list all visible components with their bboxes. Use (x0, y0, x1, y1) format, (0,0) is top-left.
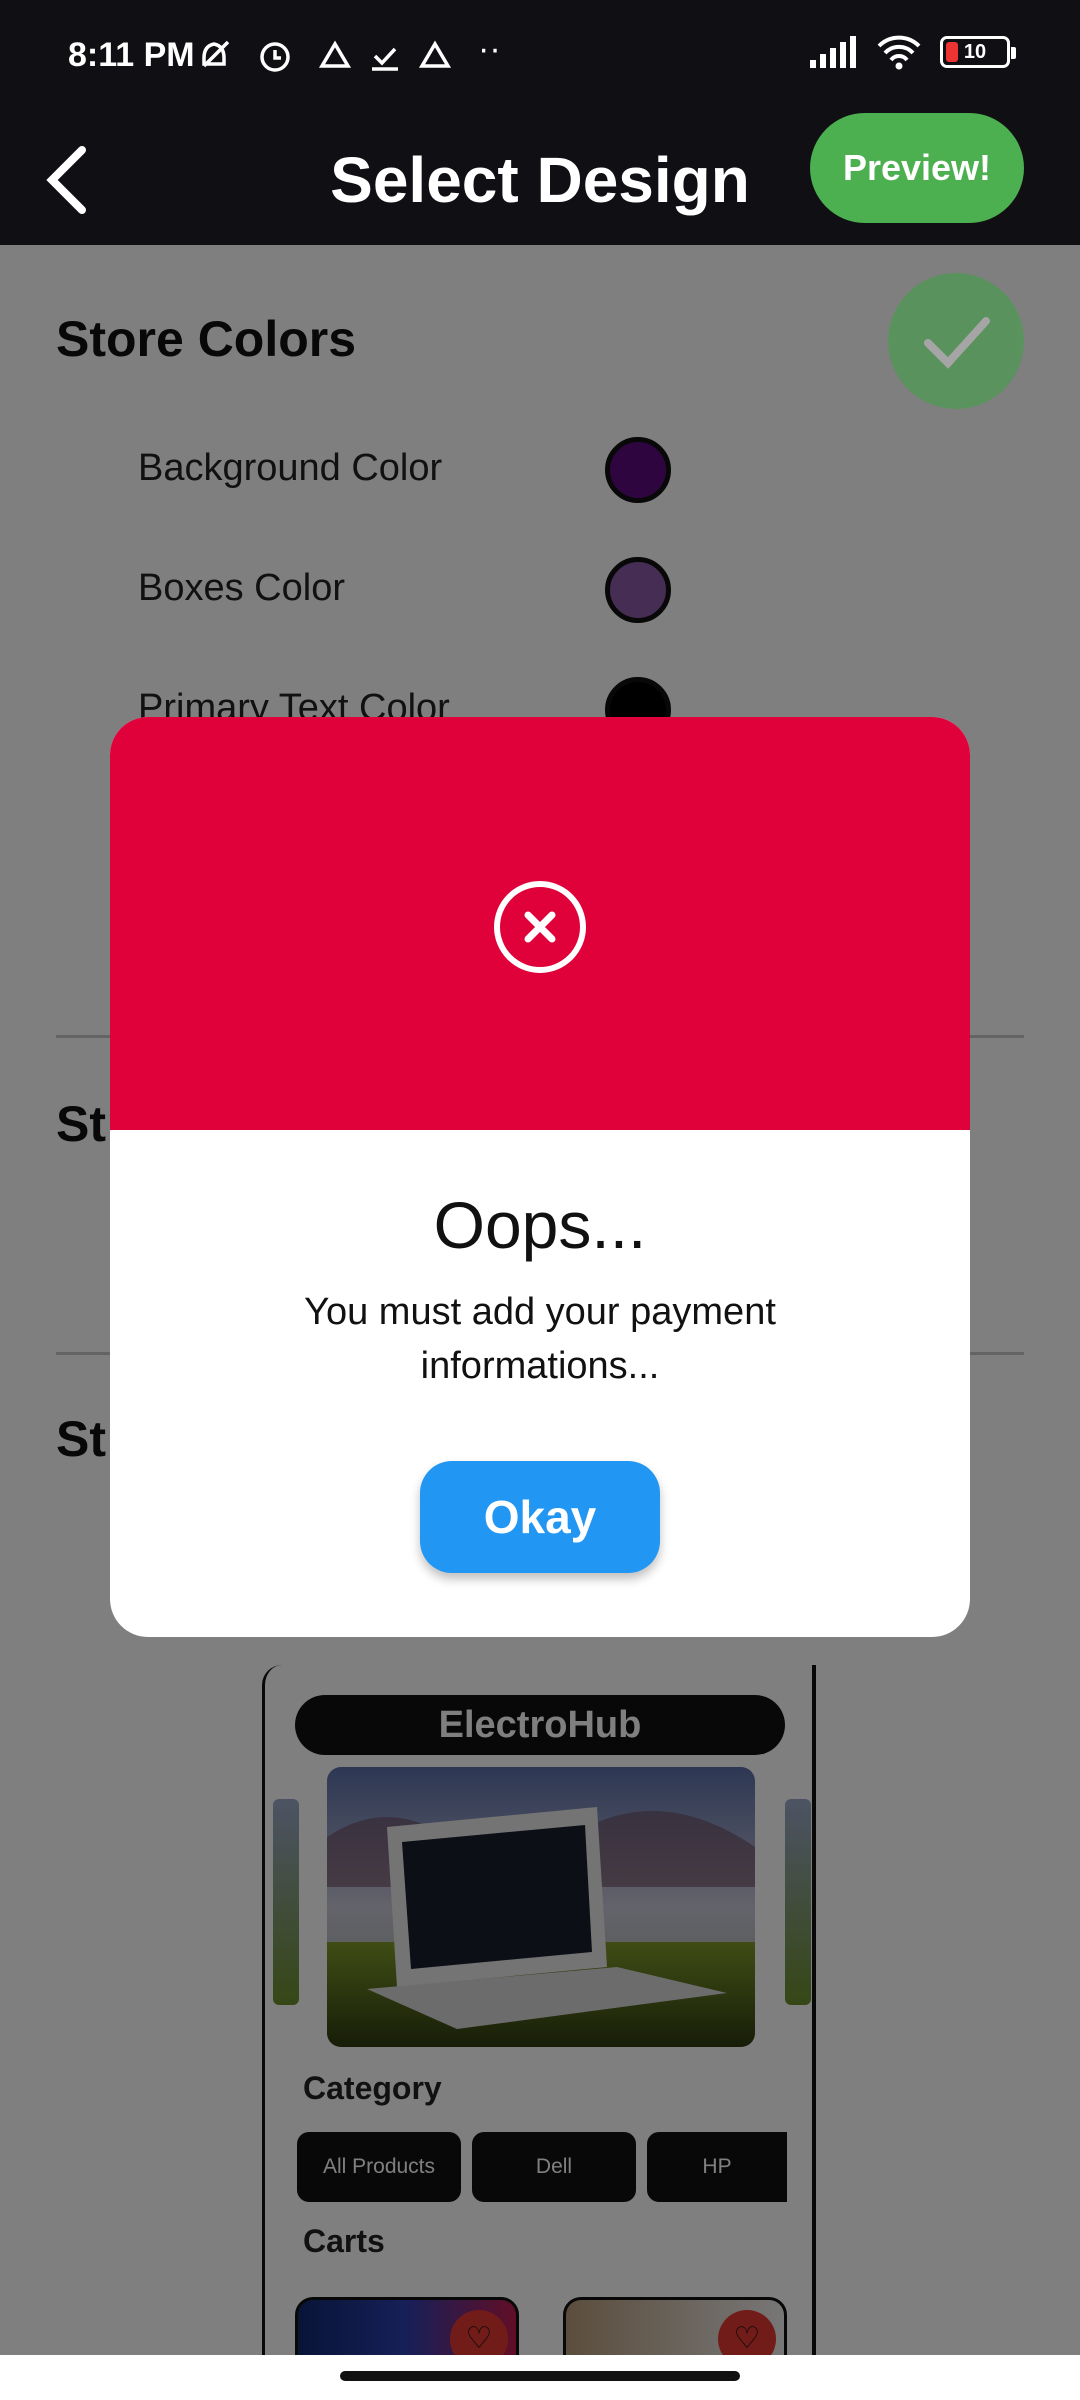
drive-icon (418, 40, 452, 68)
status-bar: 8:11 PM ·· 10 (0, 0, 1080, 120)
home-handle[interactable] (340, 2371, 740, 2381)
signal-icon (810, 36, 856, 68)
more-icon: ·· (478, 30, 501, 68)
error-dialog: Oops... You must add your payment inform… (110, 717, 970, 1637)
battery-icon: 10 (940, 36, 1016, 68)
okay-button[interactable]: Okay (420, 1461, 660, 1573)
error-x-icon (494, 881, 586, 973)
dialog-header (110, 717, 970, 1130)
drive-icon (318, 40, 352, 68)
confirm-check-button[interactable] (888, 273, 1024, 409)
check-icon (372, 47, 398, 71)
dialog-title: Oops... (433, 1188, 647, 1262)
preview-button[interactable]: Preview! (810, 113, 1024, 223)
dialog-message: You must add your payment informations..… (304, 1291, 776, 1387)
system-icons: 10 (810, 34, 1016, 70)
status-time: 8:11 PM (68, 36, 195, 74)
gesture-nav-bar (0, 2355, 1080, 2400)
notification-icons (200, 36, 460, 84)
notification-icons-svg (202, 40, 452, 72)
mute-icon (202, 40, 230, 68)
wifi-icon (877, 35, 921, 70)
check-icon (924, 317, 990, 369)
